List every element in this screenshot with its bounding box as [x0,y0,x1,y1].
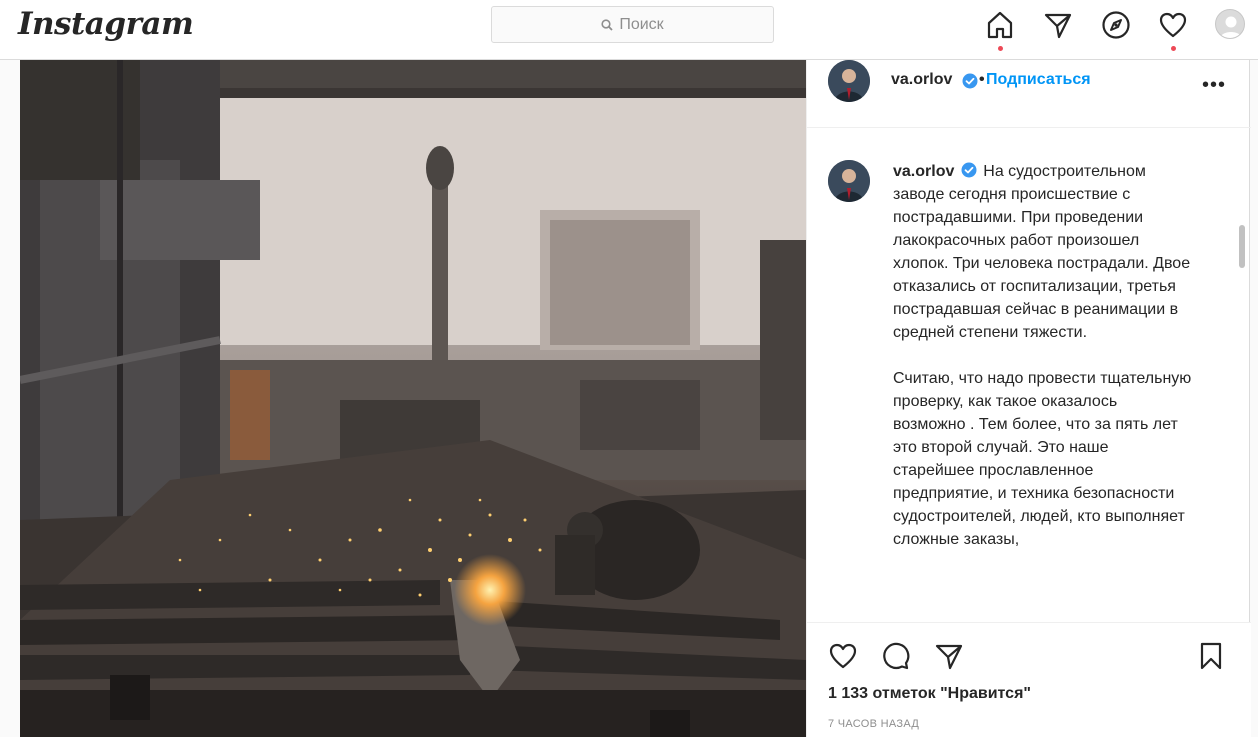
comments-scrollbar[interactable] [1239,225,1245,268]
explore-button[interactable] [1099,8,1133,42]
caption-author-avatar[interactable] [828,160,870,202]
home-notification-dot [998,46,1003,51]
likes-count[interactable]: 1 133 отметок "Нравится" [828,685,1031,703]
caption-username[interactable]: va.orlov [893,163,954,180]
verified-badge-icon [962,73,978,89]
search-placeholder: Поиск [619,15,664,33]
like-heart-icon [829,643,857,669]
post-actions: 1 133 отметок "Нравится" 7 ЧАСОВ НАЗАД [807,622,1251,737]
activity-button[interactable] [1156,8,1190,42]
post-caption: va.orlov На судостроительном заводе сего… [893,160,1193,574]
post-timestamp[interactable]: 7 ЧАСОВ НАЗАД [828,718,919,730]
search-input[interactable]: Поиск [491,6,774,43]
activity-notification-dot [1171,46,1176,51]
post-photo[interactable] [20,60,806,737]
post-header: va.orlov • Подписаться ••• [807,60,1251,128]
save-button[interactable] [1194,639,1228,673]
comment-button[interactable] [879,639,913,673]
search-icon [601,18,613,31]
caption-author-photo [828,160,870,202]
activity-heart-icon [1159,12,1187,38]
instagram-logo[interactable]: Instagram [18,6,194,42]
comments-area[interactable]: va.orlov На судостроительном заводе сего… [807,129,1247,622]
post-details-pane: va.orlov • Подписаться ••• va.orlov На с… [806,60,1251,737]
profile-avatar[interactable] [1215,9,1245,39]
author-avatar[interactable] [828,60,870,102]
explore-icon [1102,11,1130,39]
follow-button[interactable]: Подписаться [986,71,1091,89]
comment-icon [883,642,910,670]
author-photo [828,60,870,102]
header-separator: • [979,71,985,88]
direct-button[interactable] [1041,8,1075,42]
share-icon [935,644,963,670]
caption-paragraph-2: Считаю, что надо провести тщательную про… [893,370,1192,548]
profile-placeholder-icon [1220,16,1242,38]
save-bookmark-icon [1200,642,1222,670]
more-options-icon[interactable]: ••• [1202,74,1226,97]
home-icon [987,11,1013,39]
home-button[interactable] [983,8,1017,42]
caption-verified-badge-icon [961,162,977,178]
author-username[interactable]: va.orlov [891,71,952,89]
like-button[interactable] [826,639,860,673]
caption-paragraph-1: На судостроительном заводе сегодня проис… [893,163,1191,341]
direct-icon [1044,13,1072,39]
top-navigation-bar: Instagram Поиск [0,0,1258,60]
share-button[interactable] [932,639,966,673]
shipyard-welding-image [20,60,806,737]
